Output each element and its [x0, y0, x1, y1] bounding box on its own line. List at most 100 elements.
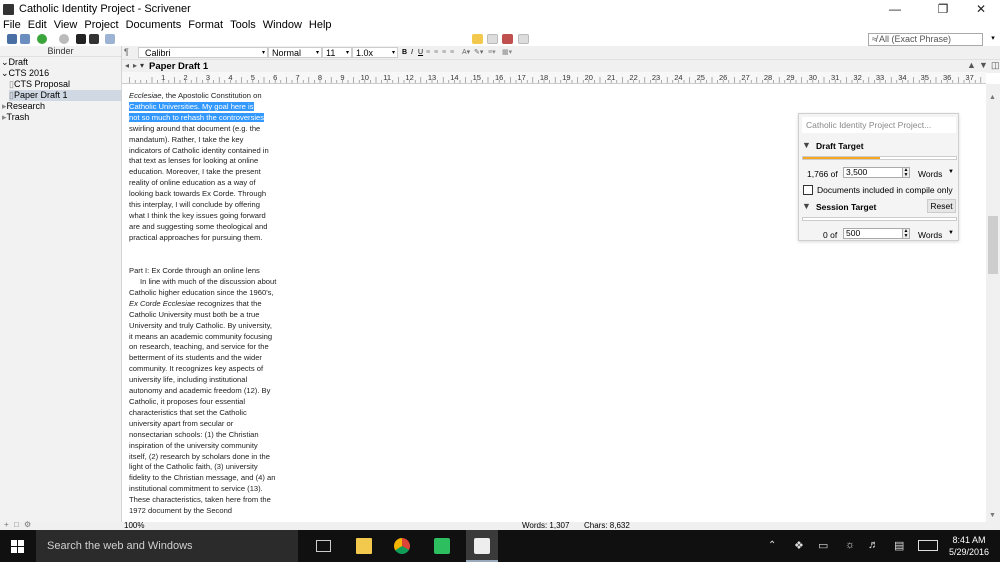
add-icon[interactable]: +: [4, 520, 9, 529]
chevron-down-icon[interactable]: ⌄: [1, 68, 9, 78]
ruler-number: 7: [296, 73, 300, 82]
outliner-view-icon[interactable]: [502, 34, 513, 44]
document-menu-icon[interactable]: ▾: [140, 61, 144, 70]
menu-tools[interactable]: Tools: [227, 18, 260, 33]
draft-goal-input[interactable]: 3,500: [843, 167, 903, 178]
menu-file[interactable]: File: [0, 18, 25, 33]
bold-button[interactable]: B: [402, 47, 407, 58]
scroll-down-icon[interactable]: ▼: [989, 512, 996, 519]
menu-documents[interactable]: Documents: [123, 18, 186, 33]
delete-icon[interactable]: [59, 34, 69, 44]
close-button[interactable]: ✕: [966, 0, 996, 18]
draft-unit-select[interactable]: Words: [918, 169, 942, 179]
selected-text[interactable]: not so much to rehash the controversies: [129, 112, 265, 122]
notifications-icon[interactable]: ▤: [894, 539, 904, 552]
italic-button[interactable]: I: [411, 47, 413, 58]
split-icon[interactable]: ◫: [991, 60, 1000, 71]
chevron-down-icon[interactable]: ⌄: [1, 57, 9, 67]
binder-item-draft[interactable]: ⌄Draft: [1, 57, 28, 68]
binder-item-cts-proposal[interactable]: ▯CTS Proposal: [9, 79, 70, 90]
inspector-toggle-icon[interactable]: [20, 34, 30, 44]
binder-item-paper-draft-1[interactable]: ▯Paper Draft 1: [9, 90, 121, 101]
scrollbar-thumb[interactable]: [988, 216, 998, 274]
align-right-icon[interactable]: ≡: [442, 47, 446, 58]
menu-format[interactable]: Format: [185, 18, 227, 33]
zoom-level[interactable]: 100%: [124, 522, 144, 530]
project-targets-panel: Catholic Identity Project Project... ▼ D…: [798, 113, 959, 241]
scrivenings-view-icon[interactable]: [472, 34, 483, 44]
keyboard-icon[interactable]: [918, 540, 938, 551]
search-options-icon[interactable]: ▾: [988, 34, 998, 44]
font-style-select[interactable]: Normal ▾: [268, 47, 322, 58]
editor-heading[interactable]: Part I: Ex Corde through an online lens: [129, 266, 277, 277]
editor-paragraph-intro[interactable]: Ecclesiae, the Apostolic Constitution on…: [129, 91, 277, 244]
scroll-up-icon[interactable]: ▲: [989, 94, 996, 101]
add-icon[interactable]: [37, 34, 47, 44]
gear-icon[interactable]: ⚙: [24, 520, 31, 529]
maximize-button[interactable]: ❐: [928, 0, 958, 18]
compose-icon[interactable]: [76, 34, 86, 44]
binder-item-trash[interactable]: ▸Trash: [2, 112, 29, 123]
project-search-input[interactable]: ≉ All (Exact Phrase): [868, 33, 983, 46]
reset-button[interactable]: Reset: [927, 199, 956, 213]
volume-icon[interactable]: ♬: [868, 539, 879, 551]
binder-item-cts-2016[interactable]: ⌄CTS 2016: [1, 68, 49, 79]
justify-icon[interactable]: ≡: [450, 47, 454, 58]
outline-icon[interactable]: [89, 34, 99, 44]
compile-only-checkbox[interactable]: [803, 185, 813, 195]
draft-target-label: Draft Target: [816, 141, 864, 151]
text-color-icon[interactable]: A▾: [462, 47, 470, 58]
selected-text[interactable]: Catholic Universities. My goal here is: [129, 101, 254, 111]
file-explorer-icon[interactable]: [356, 538, 372, 554]
menu-view[interactable]: View: [51, 18, 82, 33]
corkboard-view-icon[interactable]: [487, 34, 498, 44]
underline-button[interactable]: U: [418, 47, 423, 58]
session-goal-stepper[interactable]: ▲ ▼: [902, 228, 910, 239]
session-goal-input[interactable]: 500: [843, 228, 903, 239]
nav-forward-icon[interactable]: ▸: [133, 61, 137, 70]
search-icon: ≉: [872, 34, 877, 44]
minimize-button[interactable]: —: [880, 0, 910, 18]
align-left-icon[interactable]: ≡: [426, 47, 430, 58]
font-family-select[interactable]: Calibri ▾: [138, 47, 268, 58]
dropbox-icon[interactable]: ❖: [794, 539, 804, 552]
layout-icon[interactable]: [518, 34, 529, 44]
font-size-select[interactable]: 11 ▾: [322, 47, 352, 58]
next-document-icon[interactable]: ▼: [979, 60, 988, 70]
align-center-icon[interactable]: ≡: [434, 47, 438, 58]
draft-goal-stepper[interactable]: ▲ ▼: [902, 167, 910, 178]
scrivener-taskbar-button[interactable]: [466, 530, 498, 562]
paragraph-style-icon[interactable]: ¶: [124, 47, 129, 58]
windows-start-icon[interactable]: [11, 540, 24, 553]
line-spacing-select[interactable]: 1.0x ▾: [352, 47, 398, 58]
system-clock[interactable]: 8:41 AM 5/29/2016: [946, 534, 992, 558]
triangle-down-icon[interactable]: ▼: [802, 140, 811, 150]
previous-document-icon[interactable]: ▲: [967, 60, 976, 70]
menu-help[interactable]: Help: [306, 18, 336, 33]
table-icon[interactable]: ▦▾: [502, 47, 512, 58]
menu-window[interactable]: Window: [260, 18, 306, 33]
task-view-icon[interactable]: [316, 540, 331, 552]
chevron-down-icon[interactable]: ▼: [948, 230, 954, 236]
nav-back-icon[interactable]: ◂: [125, 61, 129, 70]
evernote-icon[interactable]: [434, 538, 450, 554]
triangle-down-icon[interactable]: ▼: [802, 201, 811, 211]
ruler[interactable]: 1 2 3 4 5 6 7 8 9 10 11 12 13 14 15 16 17 18 19 20 21 22 23 24 2…: [122, 72, 986, 84]
editor-paragraph-body[interactable]: In line with much of the discussion abou…: [129, 277, 277, 517]
chevron-up-icon[interactable]: ⌃: [768, 540, 776, 551]
session-unit-select[interactable]: Words: [918, 230, 942, 240]
wifi-icon[interactable]: ☼: [845, 539, 855, 551]
editor-scrollbar[interactable]: ▲ ▼: [986, 84, 1000, 522]
battery-icon[interactable]: ▭: [818, 539, 828, 552]
highlight-icon[interactable]: ✎▾: [474, 47, 483, 58]
snapshot-icon[interactable]: [105, 34, 115, 44]
binder-item-research[interactable]: ▸Research: [2, 101, 45, 112]
taskbar-search-box[interactable]: Search the web and Windows: [36, 530, 298, 562]
folder-icon[interactable]: □: [14, 520, 19, 529]
binder-toggle-icon[interactable]: [7, 34, 17, 44]
menu-edit[interactable]: Edit: [25, 18, 51, 33]
list-icon[interactable]: ≡▾: [488, 47, 496, 58]
chrome-icon[interactable]: [394, 538, 410, 554]
menu-project[interactable]: Project: [81, 18, 122, 33]
chevron-down-icon[interactable]: ▼: [948, 169, 954, 175]
